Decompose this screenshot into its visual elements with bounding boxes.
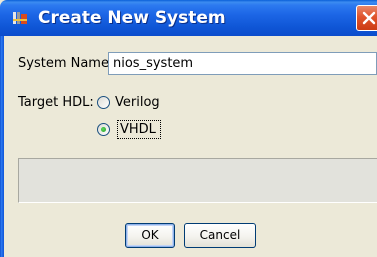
app-icon [12, 10, 28, 26]
vhdl-radio-label[interactable]: VHDL [120, 122, 156, 137]
verilog-radio[interactable] [97, 96, 110, 109]
window-title: Create New System [38, 8, 226, 28]
message-panel [18, 158, 377, 203]
close-icon [362, 11, 376, 25]
system-name-label: System Name: [18, 56, 114, 71]
close-button[interactable] [356, 5, 377, 31]
create-new-system-dialog: Create New System System Name: Target HD… [0, 0, 377, 257]
cancel-button[interactable]: Cancel [184, 223, 256, 248]
target-hdl-label: Target HDL: [18, 95, 94, 110]
vhdl-radio[interactable] [97, 123, 110, 136]
ok-button[interactable]: OK [125, 223, 175, 248]
title-bar[interactable]: Create New System [0, 0, 377, 36]
window-frame [0, 36, 4, 257]
verilog-radio-label[interactable]: Verilog [115, 95, 160, 110]
radio-selected-dot [101, 127, 106, 132]
system-name-input[interactable] [108, 52, 377, 75]
